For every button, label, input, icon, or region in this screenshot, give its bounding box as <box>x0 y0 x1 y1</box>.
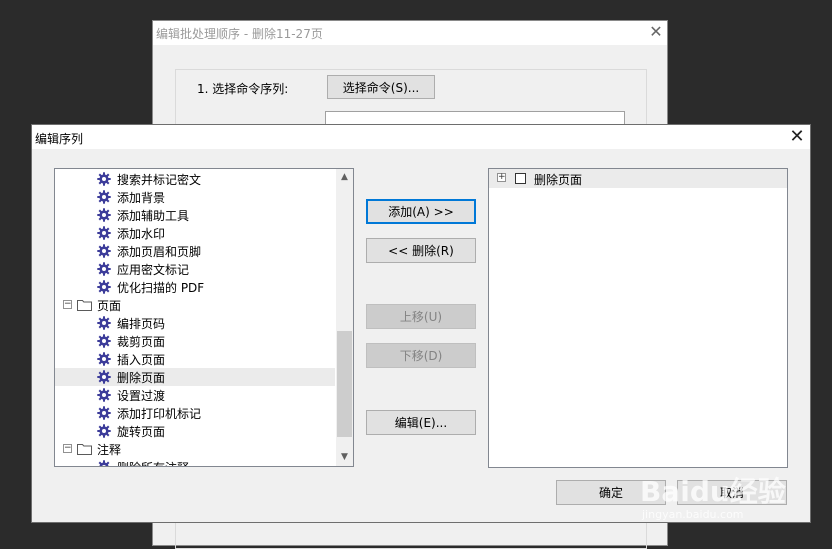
gear-icon <box>97 388 111 402</box>
tree-folder[interactable]: − 注释 <box>55 440 335 458</box>
gear-icon <box>97 190 111 204</box>
remove-button[interactable]: << 删除(R) <box>366 238 476 263</box>
tree-command-label: 插入页面 <box>117 353 166 367</box>
tree-command-item[interactable]: 编排页码 <box>55 314 335 332</box>
tree-command-item[interactable]: 添加水印 <box>55 224 335 242</box>
folder-icon <box>77 299 92 311</box>
tree-command-label: 添加打印机标记 <box>117 407 202 421</box>
tree-command-label: 编排页码 <box>117 317 166 331</box>
tree-command-label: 优化扫描的 PDF <box>117 281 205 295</box>
gear-icon <box>97 406 111 420</box>
dialog-titlebar: 编辑序列 ✕ <box>32 125 810 149</box>
gear-icon <box>97 424 111 438</box>
tree-command-item[interactable]: 添加打印机标记 <box>55 404 335 422</box>
tree-folder-label: 注释 <box>97 443 122 457</box>
tree-command-label: 添加页眉和页脚 <box>117 245 202 259</box>
sequence-item[interactable]: + 删除页面 <box>489 169 787 188</box>
tree-command-label: 删除页面 <box>117 371 166 385</box>
dialog-title: 编辑序列 <box>35 132 84 146</box>
tree-command-label: 搜索并标记密文 <box>117 173 202 187</box>
ok-button[interactable]: 确定 <box>556 480 666 505</box>
gear-icon <box>97 460 111 466</box>
tree-folder[interactable]: − 页面 <box>55 296 335 314</box>
sequence-checkbox[interactable] <box>515 173 526 184</box>
tree-command-item[interactable]: 优化扫描的 PDF <box>55 278 335 296</box>
tree-command-item[interactable]: 添加页眉和页脚 <box>55 242 335 260</box>
select-command-button[interactable]: 选择命令(S)... <box>327 75 435 99</box>
gear-icon <box>97 334 111 348</box>
tree-command-label: 裁剪页面 <box>117 335 166 349</box>
scroll-down-icon[interactable]: ▼ <box>336 449 353 466</box>
edit-button[interactable]: 编辑(E)... <box>366 410 476 435</box>
gear-icon <box>97 226 111 240</box>
edit-sequence-dialog: 编辑序列 ✕ 搜索并标记密文 添加背景添加辅助工具 添加水印添加页眉和页脚 应用密文标… <box>31 124 811 523</box>
gear-icon <box>97 244 111 258</box>
collapse-icon[interactable]: − <box>63 300 72 309</box>
gear-icon <box>97 208 111 222</box>
gear-icon <box>97 370 111 384</box>
tree-command-label: 旋转页面 <box>117 425 166 439</box>
tree-folder-label: 页面 <box>97 299 122 313</box>
move-up-button[interactable]: 上移(U) <box>366 304 476 329</box>
cancel-button[interactable]: 取消 <box>677 480 787 505</box>
gear-icon <box>97 316 111 330</box>
gear-icon <box>97 262 111 276</box>
gear-icon <box>97 280 111 294</box>
tree-command-item[interactable]: 插入页面 <box>55 350 335 368</box>
step-label: 1. 选择命令序列: <box>197 82 289 96</box>
tree-command-item[interactable]: 添加背景 <box>55 188 335 206</box>
tree-command-item[interactable]: 设置过渡 <box>55 386 335 404</box>
tree-command-item[interactable]: 添加辅助工具 <box>55 206 335 224</box>
commands-tree[interactable]: 搜索并标记密文 添加背景添加辅助工具 添加水印添加页眉和页脚 应用密文标记优化扫描的 … <box>54 168 354 467</box>
tree-command-item[interactable]: 删除页面 <box>55 368 335 386</box>
add-button[interactable]: 添加(A) >> <box>366 199 476 224</box>
tree-command-item[interactable]: 搜索并标记密文 <box>55 170 335 188</box>
tree-command-label: 添加水印 <box>117 227 166 241</box>
scroll-thumb[interactable] <box>337 331 352 437</box>
gear-icon <box>97 172 111 186</box>
move-down-button[interactable]: 下移(D) <box>366 343 476 368</box>
gear-icon <box>97 352 111 366</box>
sequence-item-label: 删除页面 <box>534 173 583 187</box>
tree-command-label: 添加背景 <box>117 191 166 205</box>
tree-command-item[interactable]: 删除所有注释 <box>55 458 335 466</box>
tree-scrollbar[interactable]: ▲ ▼ <box>336 169 353 466</box>
scroll-up-icon[interactable]: ▲ <box>336 169 353 186</box>
collapse-icon[interactable]: − <box>63 444 72 453</box>
tree-command-label: 删除所有注释 <box>117 459 189 466</box>
tree-command-label: 添加辅助工具 <box>117 209 190 223</box>
sequence-list[interactable]: + 删除页面 <box>488 168 788 468</box>
tree-command-item[interactable]: 旋转页面 <box>55 422 335 440</box>
close-icon[interactable]: ✕ <box>786 126 808 148</box>
tree-command-item[interactable]: 应用密文标记 <box>55 260 335 278</box>
expand-icon[interactable]: + <box>497 173 506 182</box>
background-close-icon[interactable]: ✕ <box>647 22 665 42</box>
folder-icon <box>77 443 92 455</box>
tree-command-label: 应用密文标记 <box>117 263 190 277</box>
tree-command-label: 设置过渡 <box>117 389 166 403</box>
background-titlebar: 编辑批处理顺序 - 删除11-27页 ✕ <box>153 21 667 45</box>
background-dialog-title: 编辑批处理顺序 - 删除11-27页 <box>156 27 323 41</box>
tree-command-item[interactable]: 裁剪页面 <box>55 332 335 350</box>
